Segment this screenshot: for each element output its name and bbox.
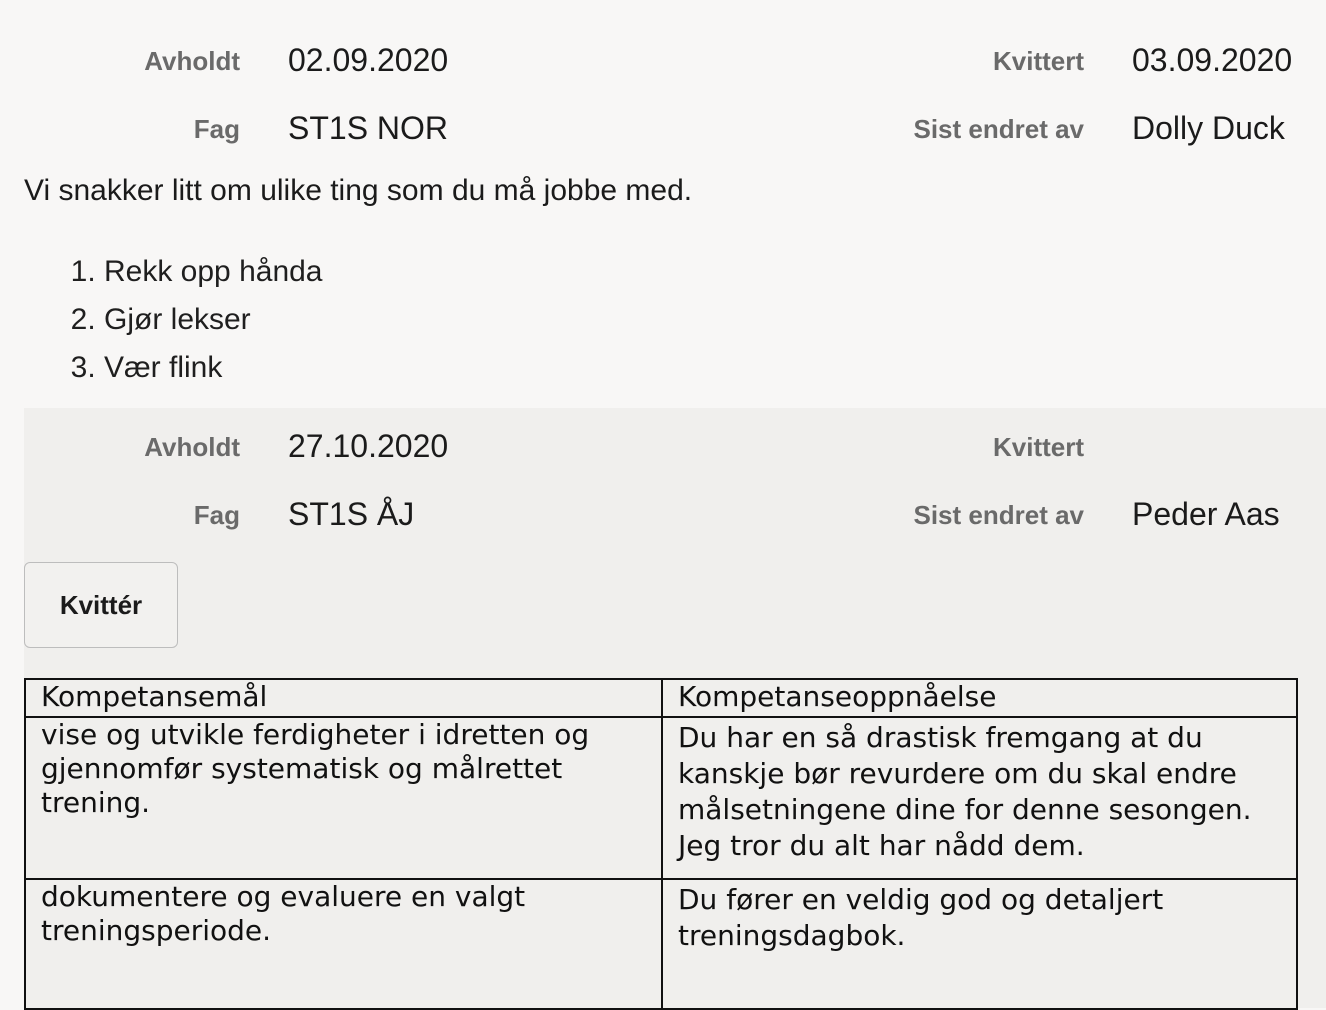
table-row: vise og utvikle ferdigheter i idretten o… bbox=[24, 716, 1298, 880]
table-header-row: Kompetansemål Kompetanseoppnåelse bbox=[24, 678, 1298, 718]
changed-by-value: Dolly Duck bbox=[1132, 110, 1285, 146]
held-date: 02.09.2020 bbox=[288, 42, 449, 78]
competence-table: Kompetansemål Kompetanseoppnåelse vise o… bbox=[24, 678, 1298, 1010]
receipt-label: Kvittert bbox=[992, 432, 1084, 462]
held-date: 27.10.2020 bbox=[288, 428, 449, 464]
column-header-achievement: Kompetanseoppnåelse bbox=[661, 678, 1298, 718]
receipt-date: 03.09.2020 bbox=[1132, 42, 1293, 78]
subject-value: ST1S ÅJ bbox=[288, 496, 415, 532]
column-header-goal: Kompetansemål bbox=[24, 678, 663, 718]
changed-by-label: Sist endret av bbox=[913, 500, 1084, 530]
list-item: Gjør lekser bbox=[104, 300, 323, 348]
list-item: Rekk opp hånda bbox=[104, 252, 323, 300]
table-cell-achievement: Du har en så drastisk fremgang at du kan… bbox=[661, 716, 1298, 880]
todo-list: Rekk opp hånda Gjør lekser Vær flink bbox=[24, 252, 323, 396]
table-cell-achievement: Du fører en veldig god og detaljert tren… bbox=[661, 878, 1298, 1010]
list-item: Vær flink bbox=[104, 348, 323, 396]
entry-2: Avholdt 27.10.2020 Kvittert Fag ST1S ÅJ … bbox=[24, 408, 1326, 1010]
table-cell-goal: vise og utvikle ferdigheter i idretten o… bbox=[24, 716, 663, 880]
receipt-label: Kvittert bbox=[992, 46, 1084, 76]
changed-by-value: Peder Aas bbox=[1132, 496, 1280, 532]
changed-by-label: Sist endret av bbox=[913, 114, 1084, 144]
subject-label: Fag bbox=[193, 500, 240, 530]
table-cell-goal: dokumentere og evaluere en valgt trening… bbox=[24, 878, 663, 1010]
held-label: Avholdt bbox=[144, 432, 240, 462]
summary-text: Vi snakker litt om ulike ting som du må … bbox=[24, 174, 693, 207]
table-row: dokumentere og evaluere en valgt trening… bbox=[24, 878, 1298, 1010]
receipt-button[interactable]: Kvittér bbox=[24, 562, 178, 648]
subject-label: Fag bbox=[193, 114, 240, 144]
held-label: Avholdt bbox=[144, 46, 240, 76]
subject-value: ST1S NOR bbox=[288, 110, 449, 146]
